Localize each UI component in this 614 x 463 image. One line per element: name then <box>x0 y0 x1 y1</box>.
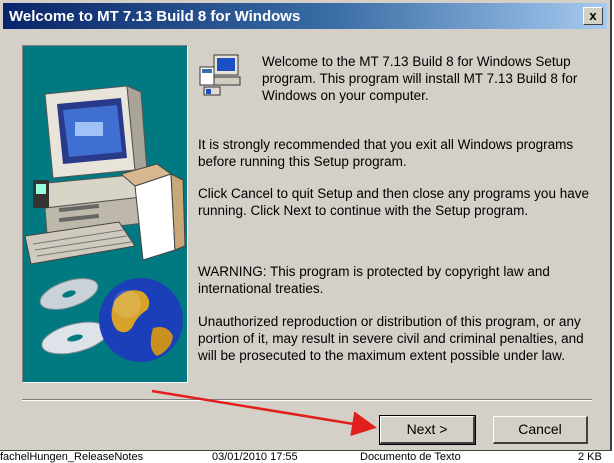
close-button[interactable]: x <box>583 7 603 25</box>
file-size: 2 KB <box>578 451 602 463</box>
title-bar[interactable]: Welcome to MT 7.13 Build 8 for Windows x <box>3 3 607 29</box>
cancel-button[interactable]: Cancel <box>493 416 588 444</box>
close-icon: x <box>589 8 597 23</box>
recommend-text: It is strongly recommended that you exit… <box>198 137 574 169</box>
keyboard-icon <box>24 221 136 265</box>
setup-computer-icon <box>199 54 241 96</box>
globe-icon <box>99 278 183 362</box>
cancel-info-text: Click Cancel to quit Setup and then clos… <box>198 186 589 218</box>
computer-cd-globe-graphic <box>24 85 186 362</box>
setup-dialog: Welcome to MT 7.13 Build 8 for Windows x <box>0 0 612 451</box>
background-file-row: fachelHungen_ReleaseNotes 03/01/2010 17:… <box>0 451 614 463</box>
welcome-text: Welcome to the MT 7.13 Build 8 for Windo… <box>262 54 578 103</box>
next-button[interactable]: Next > <box>379 415 476 445</box>
separator <box>22 399 592 401</box>
file-name: fachelHungen_ReleaseNotes <box>0 451 144 463</box>
setup-graphic-panel <box>22 45 188 383</box>
warning-text: WARNING: This program is protected by co… <box>198 264 550 296</box>
monitor-icon <box>44 85 148 179</box>
window-title: Welcome to MT 7.13 Build 8 for Windows <box>9 8 301 25</box>
file-type: Documento de Texto <box>360 451 461 463</box>
phone-icon <box>33 180 49 208</box>
file-date: 03/01/2010 17:55 <box>212 451 298 463</box>
unauthorized-text: Unauthorized reproduction or distributio… <box>198 314 584 363</box>
